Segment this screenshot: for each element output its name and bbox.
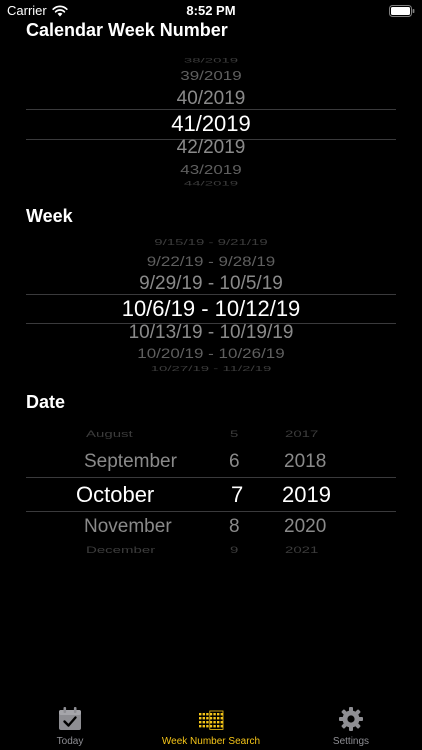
- tab-today[interactable]: Today: [35, 700, 105, 750]
- picker-item[interactable]: 9/22/19 - 9/28/19: [0, 254, 422, 270]
- picker-item-selected[interactable]: 41/2019: [0, 111, 422, 137]
- week-grid-icon: [199, 710, 224, 730]
- month-item-selected[interactable]: October: [76, 482, 154, 508]
- selection-bottom-line: [26, 511, 396, 512]
- tab-week-number-search-label: Week Number Search: [161, 736, 261, 747]
- year-item[interactable]: 2021: [285, 545, 318, 555]
- year-item[interactable]: 2020: [284, 516, 326, 538]
- picker-item[interactable]: 43/2019: [0, 162, 422, 178]
- day-item[interactable]: 5: [230, 429, 238, 439]
- tab-today-label: Today: [56, 736, 84, 747]
- picker-item[interactable]: 44/2019: [0, 180, 422, 188]
- day-item[interactable]: 9: [230, 545, 238, 555]
- year-item[interactable]: 2017: [285, 429, 318, 439]
- picker-item[interactable]: 10/13/19 - 10/19/19: [0, 322, 422, 344]
- picker-item[interactable]: 39/2019: [0, 68, 422, 84]
- tab-bar: Today Week Number Search Settings: [0, 700, 422, 750]
- day-item-selected[interactable]: 7: [231, 482, 243, 508]
- calendar-check-icon: [59, 707, 81, 730]
- week-range-picker[interactable]: 9/15/19 - 9/21/19 9/22/19 - 9/28/19 9/29…: [0, 238, 422, 378]
- picker-item[interactable]: 42/2019: [0, 137, 422, 159]
- battery-icon: [389, 4, 415, 22]
- picker-item[interactable]: 10/27/19 - 11/2/19: [0, 364, 422, 373]
- day-item[interactable]: 8: [229, 516, 240, 538]
- picker-item[interactable]: 40/2019: [0, 88, 422, 110]
- month-item[interactable]: December: [86, 545, 155, 555]
- week-number-picker[interactable]: 38/2019 39/2019 40/2019 41/2019 42/2019 …: [0, 54, 422, 194]
- month-item[interactable]: November: [84, 516, 172, 538]
- tab-settings[interactable]: Settings: [316, 700, 386, 750]
- year-item-selected[interactable]: 2019: [282, 482, 331, 508]
- day-item[interactable]: 6: [229, 451, 240, 473]
- picker-item-selected[interactable]: 10/6/19 - 10/12/19: [0, 296, 422, 322]
- picker-item[interactable]: 10/20/19 - 10/26/19: [0, 346, 422, 362]
- tab-week-number-search[interactable]: Week Number Search: [146, 700, 276, 750]
- picker-item[interactable]: 9/15/19 - 9/21/19: [0, 238, 422, 247]
- status-time: 8:52 PM: [186, 3, 236, 18]
- gear-icon: [339, 707, 363, 731]
- calendar-week-title: Calendar Week Number: [26, 20, 228, 40]
- month-item[interactable]: August: [86, 429, 133, 439]
- year-item[interactable]: 2018: [284, 451, 326, 473]
- date-picker[interactable]: August September October November Decemb…: [0, 422, 422, 568]
- picker-item[interactable]: 9/29/19 - 10/5/19: [0, 273, 422, 295]
- status-bar: Carrier 8:52 PM: [0, 0, 422, 22]
- picker-item[interactable]: 38/2019: [0, 57, 422, 65]
- month-item[interactable]: September: [84, 451, 177, 473]
- week-title: Week: [26, 206, 73, 226]
- date-title: Date: [26, 392, 66, 412]
- tab-settings-label: Settings: [332, 736, 370, 747]
- selection-top-line: [26, 477, 396, 478]
